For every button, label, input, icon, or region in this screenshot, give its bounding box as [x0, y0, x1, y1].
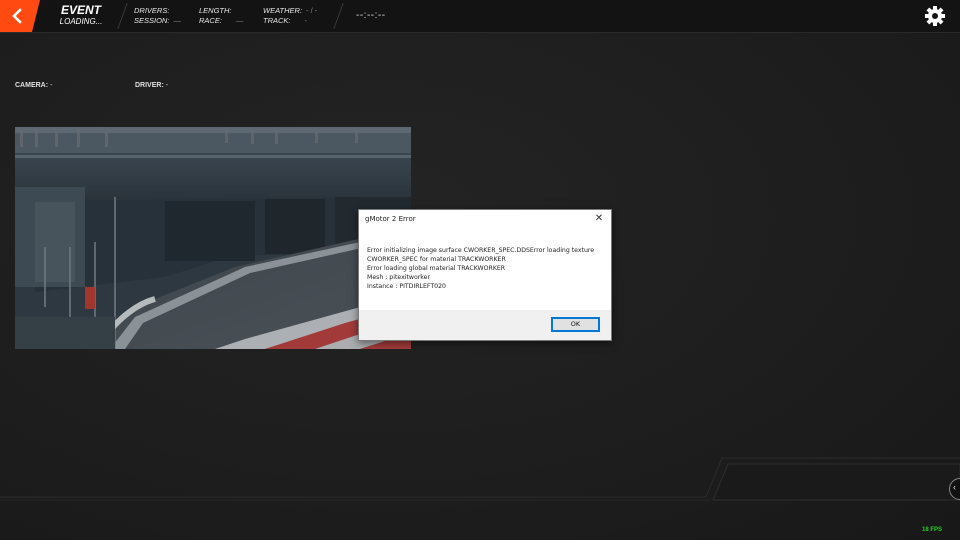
drivers-session-info: DRIVERS: SESSION: — — [134, 6, 181, 26]
chevron-left-icon — [12, 8, 22, 24]
driver-info: DRIVER: - — [135, 82, 168, 89]
message-line: Error initializing image surface CWORKER… — [367, 247, 595, 254]
close-icon: ✕ — [594, 213, 604, 224]
drivers-label: DRIVERS: — [134, 6, 170, 15]
pit-lane-scene — [15, 127, 411, 349]
session-value: — — [173, 16, 181, 25]
length-race-info: LENGTH: RACE: — — [199, 6, 243, 26]
close-button[interactable]: ✕ — [592, 212, 606, 226]
race-label: RACE: — [199, 16, 222, 25]
ok-button[interactable]: OK — [551, 317, 600, 332]
message-line: Error loading global material TRACKWORKE… — [367, 265, 506, 272]
weather-value: - / - — [306, 6, 318, 15]
bottom-panel-decoration — [0, 457, 960, 501]
gear-icon — [925, 6, 945, 26]
back-button[interactable] — [0, 0, 40, 32]
dialog-message: Error initializing image surface CWORKER… — [367, 246, 605, 291]
session-label: SESSION: — [134, 16, 170, 25]
divider — [333, 3, 344, 29]
top-bar: EVENT LOADING... DRIVERS: SESSION: — LENG… — [0, 0, 960, 33]
divider — [117, 3, 128, 29]
camera-value: - — [50, 82, 53, 89]
driver-label: DRIVER: — [135, 82, 164, 89]
camera-info: CAMERA: - — [15, 82, 52, 89]
event-block: EVENT LOADING... — [46, 4, 116, 27]
event-title: EVENT — [60, 3, 101, 17]
event-status: LOADING... — [59, 17, 103, 26]
weather-label: WEATHER: — [263, 6, 303, 15]
chevron-left-circle-icon: ‹ — [953, 482, 956, 492]
length-label: LENGTH: — [199, 6, 232, 15]
camera-label: CAMERA: — [15, 82, 49, 89]
message-line: Mesh : pitexitworker — [367, 274, 430, 281]
fps-counter: 18 FPS — [922, 527, 943, 533]
track-value: - — [304, 16, 308, 25]
session-timer: --:--:-- — [356, 10, 386, 21]
driver-value: - — [165, 82, 169, 89]
message-line: Instance : PITDIRLEFT020 — [367, 283, 446, 290]
settings-button[interactable] — [924, 5, 946, 32]
weather-track-info: WEATHER: - / - TRACK: - — [263, 6, 317, 26]
app-screen: EVENT LOADING... DRIVERS: SESSION: — LENG… — [0, 0, 960, 540]
track-preview-image — [15, 127, 411, 349]
track-label: TRACK: — [263, 16, 291, 25]
dialog-footer: OK — [359, 310, 611, 340]
message-line: CWORKER_SPEC for material TRACKWORKER — [367, 256, 506, 263]
race-value: — — [235, 16, 244, 25]
error-dialog: gMotor 2 Error ✕ Error initializing imag… — [358, 209, 612, 341]
dialog-title: gMotor 2 Error — [365, 215, 416, 223]
